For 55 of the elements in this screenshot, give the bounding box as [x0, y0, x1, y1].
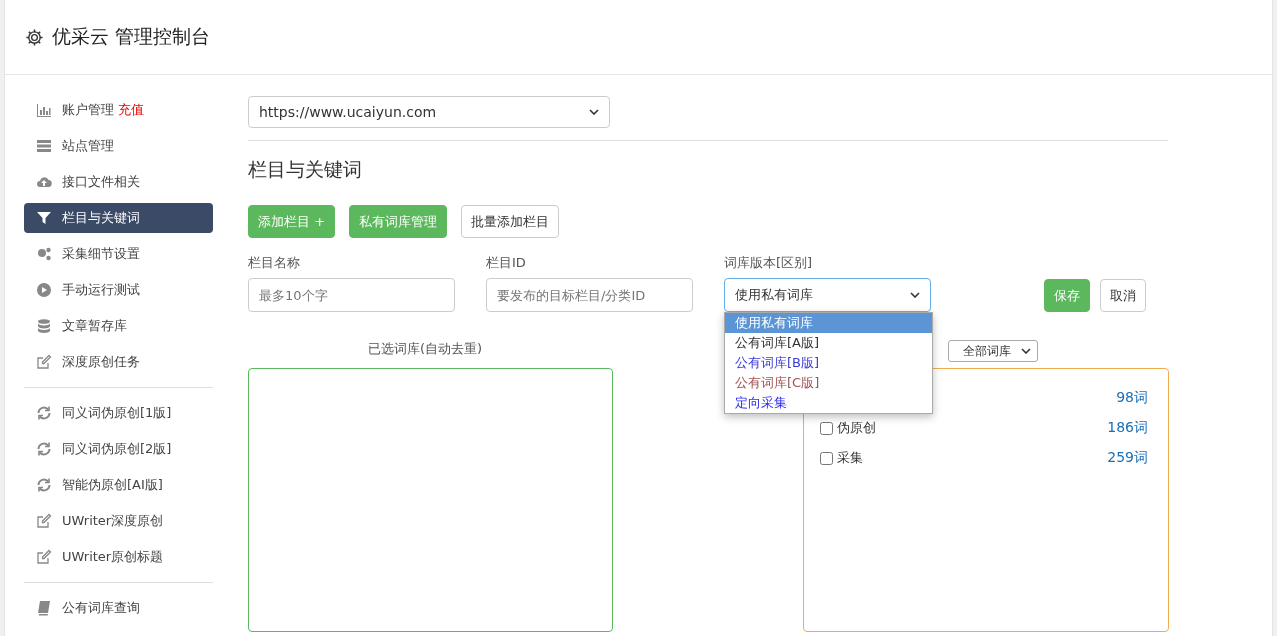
play-icon — [36, 282, 52, 298]
database-icon — [36, 318, 52, 334]
input-field[interactable]: 要发布的目标栏目/分类ID — [486, 278, 693, 312]
filter-icon — [36, 210, 52, 226]
sidebar-item[interactable]: 智能伪原创[AI版] — [24, 470, 213, 500]
section-title: 栏目与关键词 — [248, 157, 363, 182]
word-count: 98词 — [1116, 389, 1148, 407]
server-icon — [36, 138, 52, 154]
cancel-button[interactable]: 取消 — [1100, 279, 1146, 312]
refresh-icon — [36, 477, 52, 493]
sidebar-item[interactable]: 站点管理 — [24, 131, 213, 161]
caret-icon — [589, 109, 599, 115]
dropdown-option[interactable]: 公有词库[B版] — [725, 353, 932, 373]
site-select[interactable]: https://www.ucaiyun.com — [248, 96, 610, 128]
sidebar-item[interactable]: 手动运行测试 — [24, 275, 213, 305]
edit-icon — [36, 354, 52, 370]
chart-icon — [36, 102, 52, 118]
library-label: 采集 — [837, 449, 863, 467]
sidebar-item[interactable]: 账户管理 充值 — [24, 95, 213, 125]
sidebar-item[interactable]: 同义词伪原创[1版] — [24, 398, 213, 428]
input-field[interactable]: 最多10个字 — [248, 278, 455, 312]
dropdown-option[interactable]: 公有词库[C版] — [725, 373, 932, 393]
library-label: 伪原创 — [837, 419, 876, 437]
caret-icon — [1021, 348, 1031, 354]
caret-icon — [910, 292, 920, 298]
sidebar-item[interactable]: UWriter原创标题 — [24, 542, 213, 572]
recharge-label[interactable]: 充值 — [118, 101, 144, 119]
cloud-icon — [36, 174, 52, 190]
sidebar-item[interactable]: 文章暂存库 — [24, 311, 213, 341]
edit-icon — [36, 513, 52, 529]
sidebar-item[interactable]: 公有词库查询 — [24, 593, 213, 623]
field-label: 词库版本[区别] — [724, 254, 814, 272]
checkbox[interactable] — [820, 451, 833, 465]
field-label: 栏目ID — [486, 254, 527, 272]
refresh-icon — [36, 405, 52, 421]
sidebar-item[interactable]: UWriter深度原创 — [24, 506, 213, 536]
panel-title: 已选词库(自动去重) — [368, 340, 484, 358]
console-title: 优采云 管理控制台 — [52, 24, 211, 49]
sidebar-item[interactable]: 栏目与关键词 — [24, 203, 213, 233]
sidebar-item[interactable]: 同义词伪原创[2版] — [24, 434, 213, 464]
book-icon — [36, 600, 52, 616]
dropdown-option[interactable]: 公有词库[A版] — [725, 333, 932, 353]
dropdown-option[interactable]: 定向采集 — [725, 393, 932, 413]
word-count: 186词 — [1107, 419, 1148, 437]
sidebar-item[interactable]: 接口文件相关 — [24, 167, 213, 197]
checkbox[interactable] — [820, 421, 833, 435]
filter-select[interactable]: 全部词库 — [948, 340, 1038, 362]
sidebar-item[interactable]: 采集细节设置 — [24, 239, 213, 269]
edit-icon — [36, 549, 52, 565]
sidebar-item[interactable]: 深度原创任务 — [24, 347, 213, 377]
word-count: 259词 — [1107, 449, 1148, 467]
refresh-icon — [36, 441, 52, 457]
field-label: 栏目名称 — [248, 254, 301, 272]
settings-icon — [25, 27, 44, 47]
default-button[interactable]: 批量添加栏目 — [461, 205, 560, 238]
